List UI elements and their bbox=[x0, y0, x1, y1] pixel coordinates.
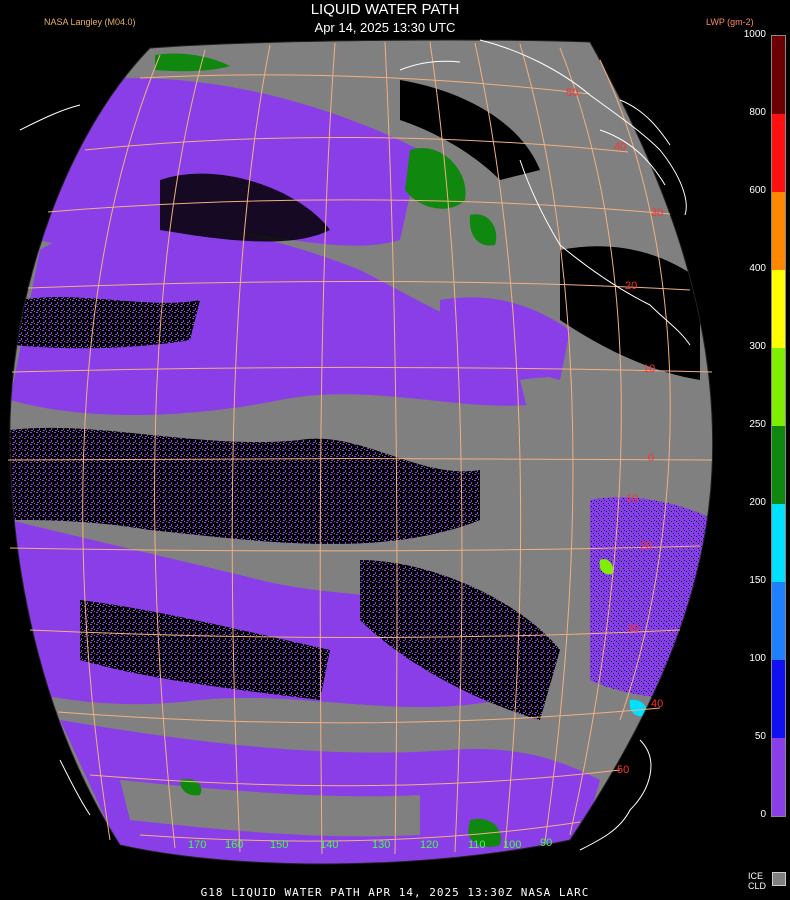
lat-label: 0 bbox=[648, 452, 654, 464]
colorbar-segment bbox=[772, 270, 785, 348]
lat-label: 30 bbox=[627, 623, 639, 635]
colorbar-segment bbox=[772, 36, 785, 114]
colorbar-tick-label: 200 bbox=[749, 497, 766, 508]
producer-label: NASA Langley (M04.0) bbox=[44, 17, 136, 27]
colorbar-tick-label: 400 bbox=[749, 263, 766, 274]
colorbar-segment bbox=[772, 348, 785, 426]
earth-disk bbox=[9, 40, 713, 864]
colorbar-segment bbox=[772, 660, 785, 738]
lon-label: 90 bbox=[540, 837, 552, 849]
ice-cloud-swatch bbox=[772, 872, 786, 886]
footer-caption: G18 LIQUID WATER PATH APR 14, 2025 13:30… bbox=[200, 886, 590, 899]
lat-label: 50 bbox=[617, 764, 629, 776]
colorbar-segment bbox=[772, 582, 785, 660]
lon-label: 100 bbox=[503, 839, 521, 851]
colorbar-tick-label: 100 bbox=[749, 653, 766, 664]
satellite-map: 50 40 30 20 10 0 10 20 30 40 50 170 160 … bbox=[7, 39, 714, 865]
colorbar-segment bbox=[772, 192, 785, 270]
colorbar-tick-label: 50 bbox=[754, 731, 766, 742]
colorbar-tick-label: 150 bbox=[749, 575, 766, 586]
lon-label: 130 bbox=[372, 839, 390, 851]
colorbar-segment bbox=[772, 738, 785, 816]
lon-label: 150 bbox=[270, 839, 288, 851]
lat-label: 20 bbox=[625, 280, 637, 292]
lat-label: 10 bbox=[643, 363, 655, 375]
lon-label: 170 bbox=[188, 839, 206, 851]
lon-label: 140 bbox=[320, 839, 338, 851]
colorbar-segment bbox=[772, 114, 785, 192]
lat-label: 40 bbox=[614, 141, 626, 153]
colorbar-tick-label: 600 bbox=[749, 185, 766, 196]
lat-label: 10 bbox=[626, 493, 638, 505]
ice-label-line: ICE bbox=[748, 871, 764, 881]
colorbar-segment bbox=[772, 426, 785, 504]
lat-label: 40 bbox=[651, 698, 663, 710]
colorbar-tick-label: 0 bbox=[760, 809, 766, 820]
colorbar-tick-label: 250 bbox=[749, 419, 766, 430]
colorbar-tick-label: 800 bbox=[749, 107, 766, 118]
lon-label: 160 bbox=[225, 839, 243, 851]
colorbar bbox=[771, 35, 786, 817]
lat-label: 30 bbox=[651, 207, 663, 219]
lat-label: 20 bbox=[640, 540, 652, 552]
lon-label: 120 bbox=[420, 839, 438, 851]
colorbar-unit-label: LWP (gm-2) bbox=[706, 17, 754, 27]
colorbar-tick-label: 1000 bbox=[743, 29, 766, 40]
colorbar-tick-label: 300 bbox=[749, 341, 766, 352]
map-title: LIQUID WATER PATH bbox=[310, 1, 460, 18]
colorbar-segment bbox=[772, 504, 785, 582]
lat-label: 50 bbox=[566, 87, 578, 99]
lon-label: 110 bbox=[468, 839, 486, 851]
